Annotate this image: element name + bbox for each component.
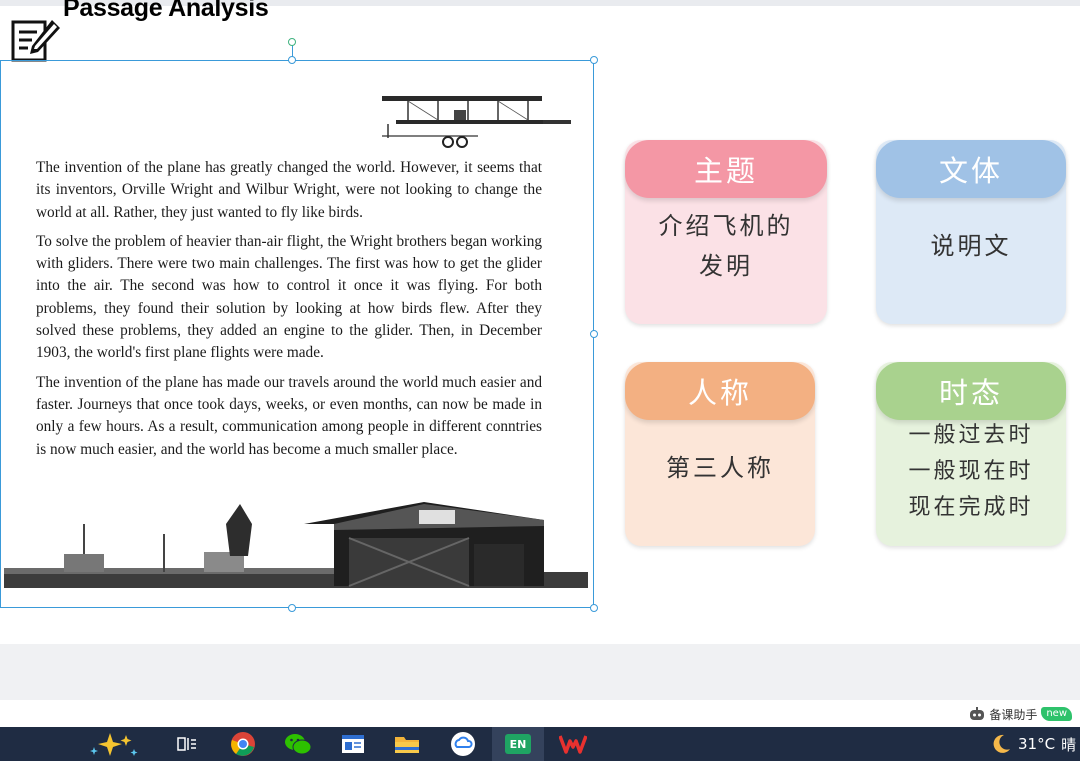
passage-paragraph-1: The invention of the plane has greatly c…	[36, 159, 542, 221]
weather-condition-text: 晴	[1061, 735, 1077, 754]
card-tense-header: 时态	[876, 362, 1066, 420]
en-app-label: EN	[509, 737, 527, 751]
resize-handle-top[interactable]	[288, 56, 296, 64]
task-view-icon[interactable]	[170, 727, 204, 761]
card-theme-line: 发明	[699, 252, 753, 280]
resize-handle-right[interactable]	[590, 330, 598, 338]
folder-icon[interactable]	[390, 727, 424, 761]
card-person-body: 第三人称	[625, 420, 815, 546]
hangar-photo	[4, 502, 588, 588]
slide-title: Passage Analysis	[63, 0, 269, 22]
card-theme[interactable]: 主题 介绍飞机的 发明	[625, 140, 827, 324]
biplane-illustration	[382, 96, 571, 148]
card-person[interactable]: 人称 第三人称	[625, 362, 815, 546]
passage-paragraph-2: To solve the problem of heavier than-air…	[36, 232, 542, 362]
card-tense-body: 一般过去时 一般现在时 现在完成时	[876, 418, 1066, 546]
sparkle-icon[interactable]	[78, 727, 150, 761]
temperature-text: 31°C	[1018, 735, 1056, 753]
chrome-icon[interactable]	[226, 727, 260, 761]
wps-icon[interactable]	[556, 727, 590, 761]
assistant-label: 备课助手	[989, 707, 1038, 722]
card-theme-body: 介绍飞机的 发明	[625, 198, 827, 324]
passage-paragraph-3: The invention of the plane has made our …	[36, 373, 542, 458]
resize-handle-bottom[interactable]	[288, 604, 296, 612]
card-style-header: 文体	[876, 140, 1066, 198]
card-style-line: 说明文	[930, 232, 1012, 260]
rotate-handle[interactable]	[288, 38, 296, 46]
slide-area-background	[0, 644, 1080, 700]
new-badge: new	[1041, 707, 1072, 721]
weather-widget[interactable]: 31°C 晴	[990, 727, 1076, 761]
cloud-icon[interactable]	[446, 727, 480, 761]
card-tense-line: 一般过去时	[908, 423, 1034, 448]
edit-document-icon	[11, 20, 60, 62]
card-person-header: 人称	[625, 362, 815, 420]
lesson-assistant-button[interactable]: 备课助手 new	[969, 704, 1072, 724]
card-theme-line: 介绍飞机的	[658, 212, 794, 240]
wechat-icon[interactable]	[280, 727, 316, 761]
card-tense-line: 一般现在时	[908, 459, 1034, 484]
card-theme-header: 主题	[625, 140, 827, 198]
robot-icon	[970, 707, 985, 720]
en-app-icon: EN	[505, 734, 531, 754]
status-row	[0, 700, 1080, 727]
crescent-moon-icon	[993, 734, 1010, 753]
resize-handle-top-right[interactable]	[590, 56, 598, 64]
card-style[interactable]: 文体 说明文	[876, 140, 1066, 324]
resize-handle-bottom-right[interactable]	[590, 604, 598, 612]
en-app-button[interactable]: EN	[492, 727, 544, 761]
card-style-body: 说明文	[876, 198, 1066, 324]
passage-text: The invention of the plane has greatly c…	[36, 157, 542, 468]
card-tense-line: 现在完成时	[908, 495, 1034, 520]
reader-icon[interactable]	[336, 727, 370, 761]
card-person-line: 第三人称	[666, 454, 774, 482]
card-tense[interactable]: 时态 一般过去时 一般现在时 现在完成时	[876, 362, 1066, 546]
